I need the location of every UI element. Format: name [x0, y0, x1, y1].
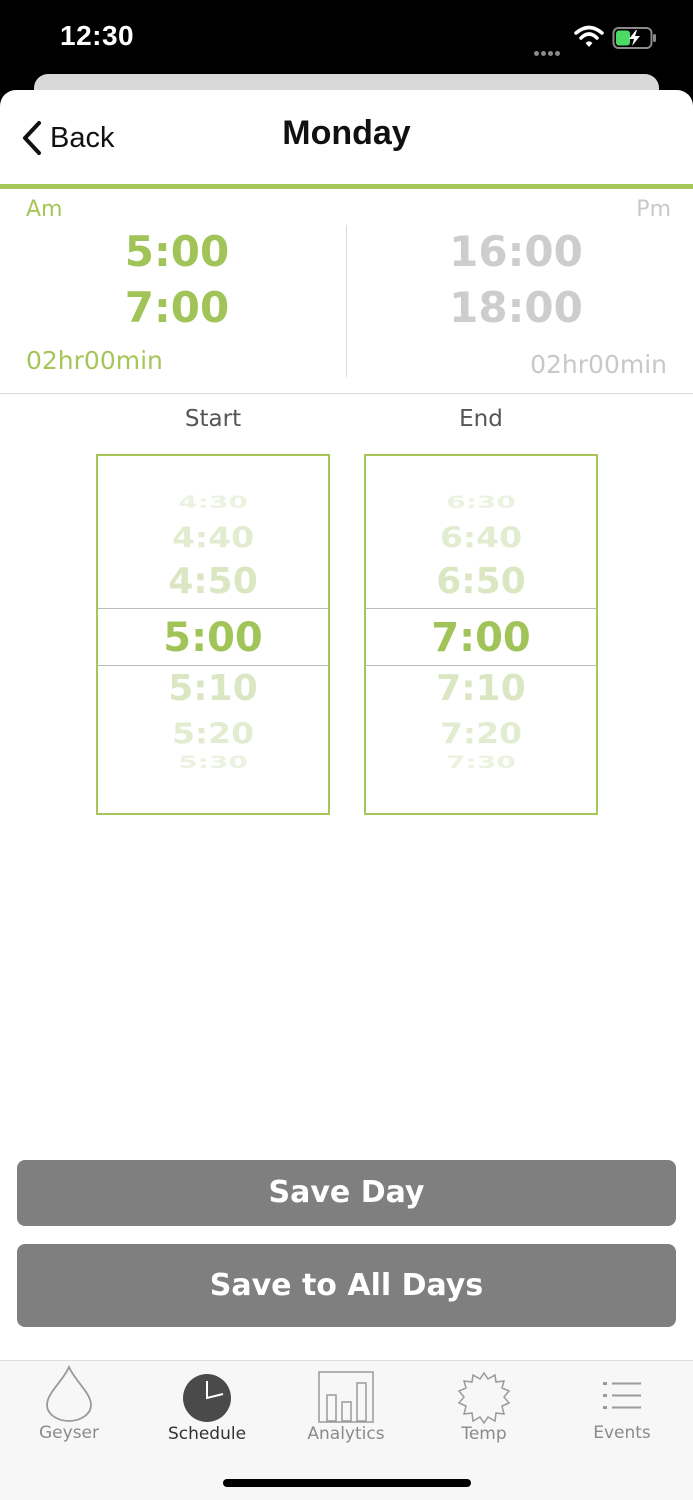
picker-option[interactable]: 4:30: [98, 493, 328, 513]
cellular-signal-icon: [534, 41, 562, 60]
picker-option[interactable]: 5:20: [98, 717, 328, 750]
tab-label: Temp: [461, 1424, 507, 1444]
picker-option[interactable]: 7:10: [366, 668, 596, 709]
end-picker-label: End: [459, 406, 503, 432]
battery-charging-icon: [612, 27, 656, 49]
am-label: Am: [26, 197, 63, 222]
tab-events[interactable]: Events: [553, 1361, 691, 1455]
picker-option[interactable]: 5:10: [98, 668, 328, 709]
page-title: Monday: [282, 114, 411, 152]
start-picker-label: Start: [184, 406, 242, 432]
save-day-button[interactable]: Save Day: [17, 1160, 676, 1226]
am-start-time[interactable]: 5:00: [67, 227, 287, 276]
am-end-time[interactable]: 7:00: [67, 283, 287, 332]
tab-label: Events: [593, 1423, 651, 1443]
pm-duration: 02hr00min: [530, 350, 667, 379]
gear-icon: [457, 1371, 511, 1425]
pm-start-time[interactable]: 16:00: [406, 227, 626, 276]
picker-option[interactable]: 7:30: [366, 753, 596, 773]
home-indicator-area: [0, 1454, 693, 1500]
pm-label: Pm: [636, 197, 671, 222]
nav-bar: Back Monday: [0, 90, 693, 186]
tab-label: Analytics: [307, 1424, 385, 1444]
save-all-days-button[interactable]: Save to All Days: [17, 1244, 676, 1327]
end-time-picker[interactable]: 6:30 6:40 6:50 7:00 7:10 7:20 7:30: [364, 454, 598, 815]
picker-option[interactable]: 6:50: [366, 561, 596, 602]
bar-chart-icon: [318, 1371, 374, 1423]
am-duration: 02hr00min: [26, 346, 163, 375]
tab-geyser[interactable]: Geyser: [0, 1361, 138, 1455]
summary-divider: [346, 225, 347, 377]
pm-end-time[interactable]: 18:00: [406, 283, 626, 332]
picker-option[interactable]: 7:20: [366, 717, 596, 750]
picker-option[interactable]: 5:30: [98, 753, 328, 773]
list-icon: [603, 1382, 641, 1409]
schedule-summary: Am Pm 5:00 7:00 02hr00min 16:00 18:00 02…: [0, 189, 693, 394]
picker-selected-option[interactable]: 7:00: [366, 608, 596, 666]
status-bar: 12:30: [0, 0, 693, 74]
picker-selected-option[interactable]: 5:00: [98, 608, 328, 666]
tab-schedule[interactable]: Schedule: [138, 1361, 276, 1455]
picker-option[interactable]: 4:50: [98, 561, 328, 602]
tab-label: Schedule: [167, 1424, 247, 1444]
picker-option[interactable]: 6:40: [366, 521, 596, 554]
picker-option[interactable]: 6:30: [366, 493, 596, 513]
tab-label: Geyser: [39, 1423, 99, 1443]
clock-icon: [183, 1374, 231, 1422]
wifi-icon: [574, 25, 604, 47]
picker-option[interactable]: 4:40: [98, 521, 328, 554]
start-time-picker[interactable]: 4:30 4:40 4:50 5:00 5:10 5:20 5:30: [96, 454, 330, 815]
status-time: 12:30: [60, 20, 135, 51]
tab-temp[interactable]: Temp: [415, 1361, 553, 1455]
schedule-sheet: Back Monday Am Pm 5:00 7:00 02hr00min 16…: [0, 90, 693, 1500]
drop-icon: [46, 1365, 92, 1422]
tab-analytics[interactable]: Analytics: [277, 1361, 415, 1455]
tab-bar: Geyser Schedule Analytics Temp Events: [0, 1360, 693, 1454]
home-indicator[interactable]: [223, 1479, 471, 1487]
